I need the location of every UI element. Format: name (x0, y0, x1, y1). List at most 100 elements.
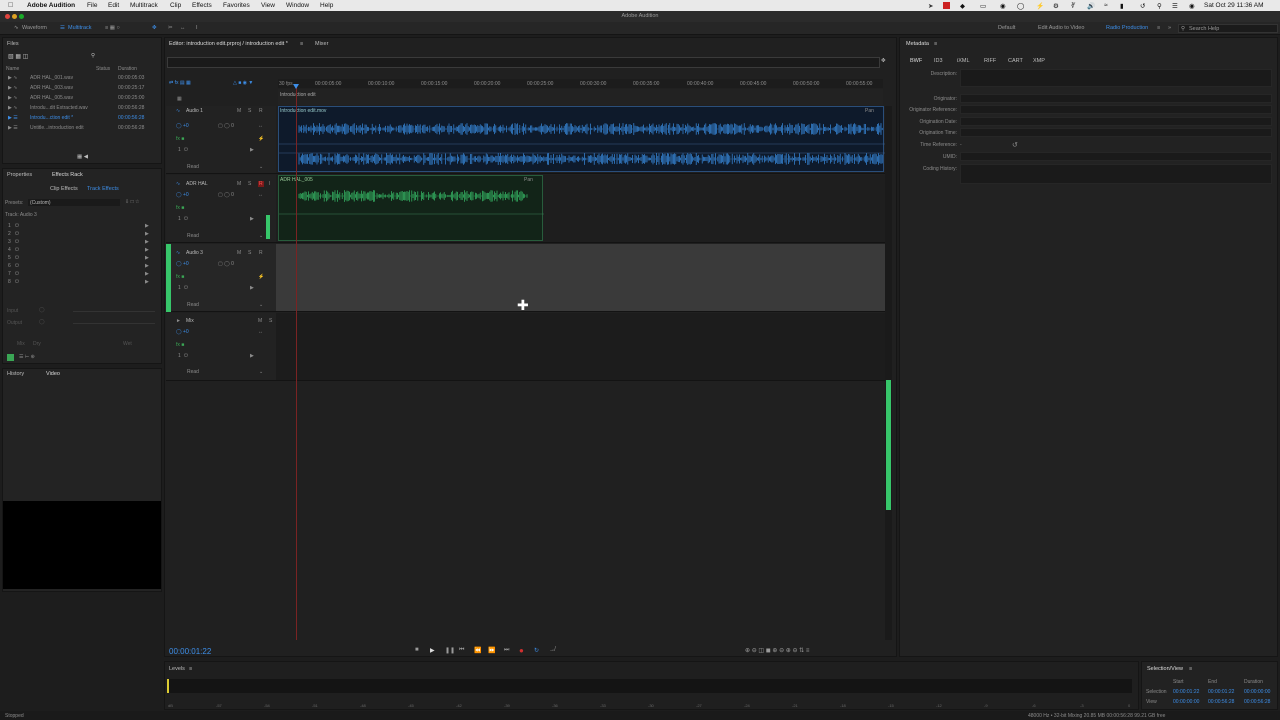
workspace-radio-production[interactable]: Radio Production (1106, 25, 1148, 31)
loop-button[interactable]: ↻ (534, 647, 539, 654)
umid-field[interactable] (960, 152, 1272, 161)
volume-knob[interactable]: ◯ +0 (176, 192, 189, 198)
track-effects-tab[interactable]: Track Effects (87, 186, 119, 192)
file-row-active[interactable]: ▶ ☰ Introdu...ction edit * 00:00:56:28 (3, 115, 161, 124)
sync-icon[interactable]: ◯ (1017, 2, 1024, 10)
audio-clip[interactable]: Introduction edit.mov Pan (278, 106, 885, 172)
col-name[interactable]: Name (6, 66, 19, 72)
file-row[interactable]: ▶ ∿ ADR HAL_005.wav 00:00:25:00 (3, 95, 161, 104)
solo-button[interactable]: S (269, 318, 272, 324)
files-tab[interactable]: Files (7, 41, 19, 47)
record-arm-button[interactable]: R (259, 108, 263, 114)
volume-icon[interactable]: 🔊 (1087, 2, 1095, 10)
vertical-scrollbar[interactable] (885, 106, 892, 640)
tab-ixml[interactable]: iXML (957, 58, 970, 64)
selection-view-tab[interactable]: Selection/View (1147, 666, 1183, 672)
battery-icon[interactable]: ▮ (1120, 2, 1124, 10)
monitor-icon[interactable]: ↔ (258, 192, 263, 198)
more-workspaces-icon[interactable]: » (1168, 25, 1171, 31)
effect-slot[interactable]: 8 ⏻ ▶ (3, 279, 153, 287)
search-help-field[interactable]: ⚲ Search Help (1178, 24, 1278, 33)
input-slot[interactable]: 1 (178, 147, 181, 153)
output-knob[interactable]: ◯ (39, 319, 45, 325)
workspace-default[interactable]: Default (998, 25, 1015, 31)
input-power-icon[interactable]: ⏻ (184, 285, 188, 291)
menu-view[interactable]: View (261, 2, 275, 9)
multitrack-view-button[interactable]: Multitrack (68, 25, 92, 31)
waveform-icon[interactable]: ∿ (14, 25, 19, 31)
effect-slot[interactable]: 4 ⏻ ▶ (3, 247, 153, 255)
tab-riff[interactable]: RIFF (984, 58, 996, 64)
bluetooth-icon[interactable]: ∛ (1071, 2, 1075, 10)
search-icon[interactable]: ⚲ (1157, 2, 1162, 10)
automation-dropdown-icon[interactable]: ⌄ (259, 233, 263, 239)
range-bar[interactable] (278, 89, 883, 105)
solo-button[interactable]: S (248, 250, 251, 256)
go-to-start-button[interactable]: ⏮ (459, 647, 464, 654)
clip-effects-tab[interactable]: Clip Effects (50, 186, 78, 192)
stereo-balance-icon[interactable]: ▢ ◯ 0 (218, 192, 234, 198)
effect-slot[interactable]: 2 ⏻ ▶ (3, 231, 153, 239)
track-list-icon[interactable]: ▦ (177, 96, 182, 102)
automation-dropdown-icon[interactable]: ⌄ (259, 369, 263, 375)
effect-slot[interactable]: 6 ⏻ ▶ (3, 263, 153, 271)
video-tab[interactable]: Video (46, 371, 60, 377)
track-name[interactable]: ADR HAL (186, 181, 208, 187)
effect-slot[interactable]: 3 ⏻ ▶ (3, 239, 153, 247)
input-slot[interactable]: 1 (178, 216, 181, 222)
audio-clip[interactable]: ADR HAL_005 Pan (278, 175, 544, 241)
toolbar-tools[interactable]: ≡ ▦ ○ (105, 25, 120, 31)
bolt-icon[interactable]: ⚡ (1036, 2, 1044, 10)
time-selection-tool-icon[interactable]: I (196, 25, 198, 31)
view-duration[interactable]: 00:00:56:28 (1244, 699, 1270, 705)
time-reference-value[interactable]: - (960, 142, 962, 148)
record-arm-button[interactable]: R (259, 250, 263, 256)
presets-dropdown[interactable]: (Custom) (28, 199, 120, 206)
go-to-end-button[interactable]: ⏭ (504, 647, 509, 654)
col-status[interactable]: Status (96, 66, 110, 72)
view-end[interactable]: 00:00:56:28 (1208, 699, 1234, 705)
history-tab[interactable]: History (7, 371, 24, 377)
razor-tool-icon[interactable]: ✂ (168, 25, 173, 31)
input-monitor-icon[interactable]: I (269, 181, 270, 187)
mixer-tab[interactable]: Mixer (315, 41, 328, 47)
automation-mode[interactable]: Read (187, 164, 199, 170)
track-toolbar-icons[interactable]: ⇄ fx ▤ ▦ (169, 80, 191, 86)
power-icon[interactable]: ⚡ (258, 274, 264, 280)
properties-tab[interactable]: Properties (7, 172, 32, 178)
automation-mode[interactable]: Read (187, 302, 199, 308)
selection-duration[interactable]: 00:00:00:00 (1244, 689, 1270, 695)
selection-view-menu-icon[interactable]: ≡ (1189, 666, 1192, 672)
rack-footer-icons[interactable]: ☰ ⊢ ⊕ (19, 354, 35, 360)
origination-date-field[interactable] (960, 117, 1272, 126)
record-status-icon[interactable] (943, 2, 950, 9)
dropbox-icon[interactable]: ◆ (960, 2, 965, 10)
display-icon[interactable]: ▭ (980, 2, 986, 10)
siri-icon[interactable]: ◉ (1189, 2, 1195, 10)
overview-bar[interactable] (167, 57, 880, 68)
power-icon[interactable]: ⚡ (258, 136, 264, 142)
automation-dropdown-icon[interactable]: ⌄ (259, 302, 263, 308)
fx-icon[interactable]: fx ■ (176, 274, 184, 280)
skip-button[interactable]: ↛ (549, 647, 555, 653)
fx-icon[interactable]: fx ■ (176, 205, 184, 211)
volume-knob[interactable]: ◯ +0 (176, 123, 189, 129)
files-toolbar[interactable]: ▧ ▦ ◫ (8, 53, 28, 60)
col-duration[interactable]: Duration (118, 66, 137, 72)
menu-clip[interactable]: Clip (170, 2, 181, 9)
tab-cart[interactable]: CART (1008, 58, 1023, 64)
chrome-icon[interactable]: ◉ (1000, 2, 1006, 10)
apple-icon[interactable]:  (8, 2, 13, 9)
timecode-display[interactable]: 00:00:01:22 (169, 647, 211, 656)
fast-forward-button[interactable]: ⏩ (488, 647, 495, 654)
minimize-window-button[interactable] (12, 14, 17, 19)
stop-button[interactable]: ■ (415, 647, 419, 653)
save-preset-icon[interactable]: ⇩ □ ☆ (125, 199, 139, 205)
input-knob[interactable]: ◯ (39, 307, 45, 313)
coding-history-field[interactable] (960, 164, 1272, 184)
file-row[interactable]: ▶ ∿ ADR HAL_001.wav 00:00:05:03 (3, 75, 161, 84)
files-search-icon[interactable]: ⚲ (91, 53, 95, 59)
tab-xmp[interactable]: XMP (1033, 58, 1045, 64)
files-footer-icons[interactable]: ▦ ◀ (77, 154, 88, 160)
originator-field[interactable] (960, 94, 1272, 103)
